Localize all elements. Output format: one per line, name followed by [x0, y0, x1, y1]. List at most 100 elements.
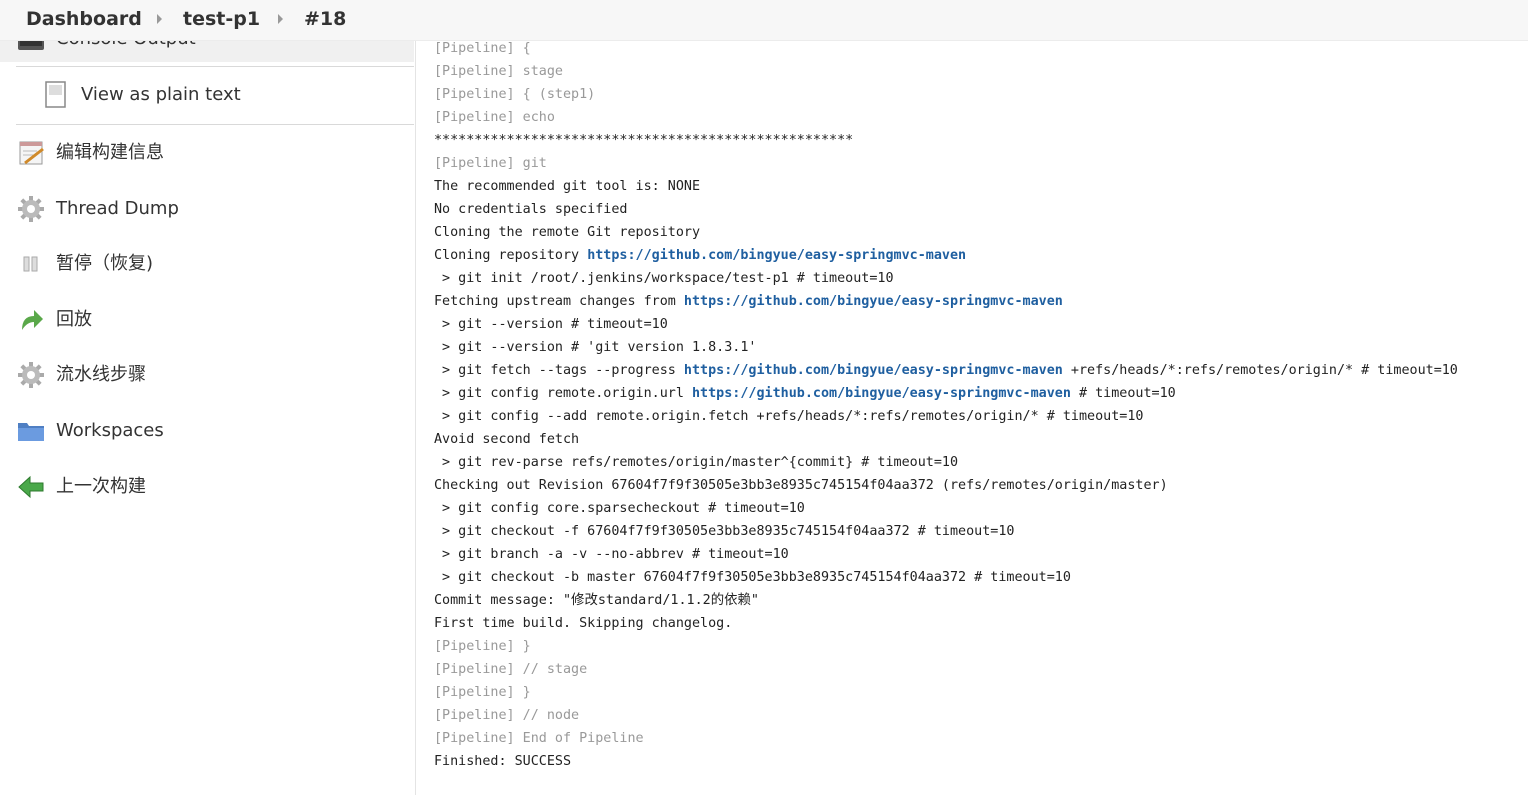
console-output: [Pipeline] { [Pipeline] stage [Pipeline] {…: [434, 37, 1524, 773]
console-line: > git config core.sparsecheckout # timeo…: [434, 497, 1524, 520]
console-line: [Pipeline] }: [434, 681, 1524, 704]
console-line-text: Checking out Revision 67604f7f9f30505e3b…: [434, 478, 1168, 493]
repository-link[interactable]: https://github.com/bingyue/easy-springmv…: [587, 248, 966, 263]
console-line: ****************************************…: [434, 129, 1524, 152]
console-line-text: [Pipeline] stage: [434, 64, 563, 79]
console-line: > git checkout -b master 67604f7f9f30505…: [434, 566, 1524, 589]
console-line-text: Cloning the remote Git repository: [434, 225, 701, 240]
console-line-text: +refs/heads/*:refs/remotes/origin/* # ti…: [1062, 363, 1458, 378]
sidebar-item-label: 上一次构建: [56, 476, 146, 497]
terminal-icon: [18, 40, 44, 50]
console-line: Checking out Revision 67604f7f9f30505e3b…: [434, 474, 1524, 497]
folder-icon: [18, 423, 44, 441]
sidebar-item-console-output[interactable]: Console Output: [0, 40, 414, 62]
console-line: [Pipeline] echo: [434, 106, 1524, 129]
console-line-text: > git config core.sparsecheckout # timeo…: [434, 501, 805, 516]
divider: [16, 66, 414, 67]
previous-arrow-icon: [18, 475, 44, 499]
console-line-text: [Pipeline] { (step1): [434, 87, 596, 102]
console-line: [Pipeline] // node: [434, 704, 1524, 727]
console-line: [Pipeline] stage: [434, 60, 1524, 83]
console-line-text: Commit message: "修改standard/1.1.2的依赖": [434, 593, 759, 608]
console-line-text: > git branch -a -v --no-abbrev # timeout…: [434, 547, 789, 562]
console-line-text: Avoid second fetch: [434, 432, 580, 447]
sidebar-item-label: 编辑构建信息: [56, 142, 164, 163]
console-line: The recommended git tool is: NONE: [434, 175, 1524, 198]
sidebar-divider: [415, 40, 416, 795]
console-line: [Pipeline] git: [434, 152, 1524, 175]
breadcrumb-build[interactable]: #18: [304, 8, 346, 30]
console-line: Fetching upstream changes from https://g…: [434, 290, 1524, 313]
console-line: [Pipeline] // stage: [434, 658, 1524, 681]
console-line: [Pipeline] { (step1): [434, 83, 1524, 106]
gear-icon: [18, 196, 44, 222]
console-line-text: > git --version # timeout=10: [434, 317, 668, 332]
sidebar-item-pipeline-steps[interactable]: 流水线步骤: [0, 351, 414, 399]
chevron-right-icon[interactable]: [157, 14, 162, 24]
repository-link[interactable]: https://github.com/bingyue/easy-springmv…: [692, 386, 1071, 401]
chevron-right-icon[interactable]: [278, 14, 283, 24]
sidebar-item-label: 回放: [56, 309, 92, 330]
notepad-edit-icon: [19, 141, 44, 165]
sidebar-item-replay[interactable]: 回放: [0, 296, 414, 344]
document-icon: [45, 81, 66, 108]
sidebar-item-label: Console Output: [56, 40, 196, 49]
console-line-text: [Pipeline] }: [434, 685, 531, 700]
sidebar-item-view-plain-text[interactable]: View as plain text: [0, 71, 414, 119]
console-line-text: [Pipeline] // node: [434, 708, 580, 723]
sidebar-item-workspaces[interactable]: Workspaces: [0, 407, 414, 455]
gear-icon: [18, 362, 44, 388]
breadcrumb-job[interactable]: test-p1: [183, 8, 260, 30]
console-line: > git config remote.origin.url https://g…: [434, 382, 1524, 405]
console-line-text: > git init /root/.jenkins/workspace/test…: [434, 271, 894, 286]
sidebar-item-pause-resume[interactable]: 暂停（恢复): [0, 240, 414, 288]
console-line: Avoid second fetch: [434, 428, 1524, 451]
console-line-text: > git rev-parse refs/remotes/origin/mast…: [434, 455, 959, 470]
console-line-text: [Pipeline] // stage: [434, 662, 588, 677]
console-line-text: The recommended git tool is: NONE: [434, 179, 701, 194]
console-line-text: [Pipeline] echo: [434, 110, 555, 125]
console-line: Cloning the remote Git repository: [434, 221, 1524, 244]
console-line: Commit message: "修改standard/1.1.2的依赖": [434, 589, 1524, 612]
console-line-text: First time build. Skipping changelog.: [434, 616, 733, 631]
console-line: [Pipeline] End of Pipeline: [434, 727, 1524, 750]
repository-link[interactable]: https://github.com/bingyue/easy-springmv…: [684, 294, 1063, 309]
console-line-text: [Pipeline] git: [434, 156, 547, 171]
sidebar-item-previous-build[interactable]: 上一次构建: [0, 463, 414, 511]
divider: [16, 124, 414, 125]
console-line-text: Cloning repository: [434, 248, 588, 263]
sidebar-item-label: Thread Dump: [56, 198, 179, 219]
console-line: > git --version # 'git version 1.8.3.1': [434, 336, 1524, 359]
console-line: > git rev-parse refs/remotes/origin/mast…: [434, 451, 1524, 474]
console-line-text: [Pipeline] End of Pipeline: [434, 731, 644, 746]
console-line: > git config --add remote.origin.fetch +…: [434, 405, 1524, 428]
console-line: > git --version # timeout=10: [434, 313, 1524, 336]
console-line: Finished: SUCCESS: [434, 750, 1524, 773]
console-line-text: > git config remote.origin.url: [434, 386, 692, 401]
console-line-text: > git checkout -b master 67604f7f9f30505…: [434, 570, 1071, 585]
console-line: First time build. Skipping changelog.: [434, 612, 1524, 635]
console-line-text: [Pipeline] {: [434, 41, 531, 56]
console-line: No credentials specified: [434, 198, 1524, 221]
sidebar-item-label: 暂停（恢复): [56, 253, 154, 274]
console-line-text: # timeout=10: [1070, 386, 1176, 401]
sidebar-item-label: View as plain text: [81, 84, 241, 105]
replay-arrow-icon: [22, 310, 43, 330]
console-line-text: [Pipeline] }: [434, 639, 531, 654]
console-line-text: > git config --add remote.origin.fetch +…: [434, 409, 1144, 424]
console-line: > git checkout -f 67604f7f9f30505e3bb3e8…: [434, 520, 1524, 543]
console-line-text: > git fetch --tags --progress: [434, 363, 684, 378]
console-line: > git init /root/.jenkins/workspace/test…: [434, 267, 1524, 290]
sidebar-item-label: Workspaces: [56, 420, 164, 441]
sidebar-item-thread-dump[interactable]: Thread Dump: [0, 185, 414, 233]
console-line-text: > git --version # 'git version 1.8.3.1': [434, 340, 757, 355]
repository-link[interactable]: https://github.com/bingyue/easy-springmv…: [684, 363, 1063, 378]
console-line: > git branch -a -v --no-abbrev # timeout…: [434, 543, 1524, 566]
sidebar-item-label: 流水线步骤: [56, 364, 146, 385]
console-line-text: ****************************************…: [434, 133, 854, 148]
console-line: > git fetch --tags --progress https://gi…: [434, 359, 1524, 382]
sidebar-item-edit-build-info[interactable]: 编辑构建信息: [0, 129, 414, 177]
pause-icon: [23, 256, 38, 272]
console-line: [Pipeline] }: [434, 635, 1524, 658]
breadcrumb-dashboard[interactable]: Dashboard: [26, 8, 142, 30]
